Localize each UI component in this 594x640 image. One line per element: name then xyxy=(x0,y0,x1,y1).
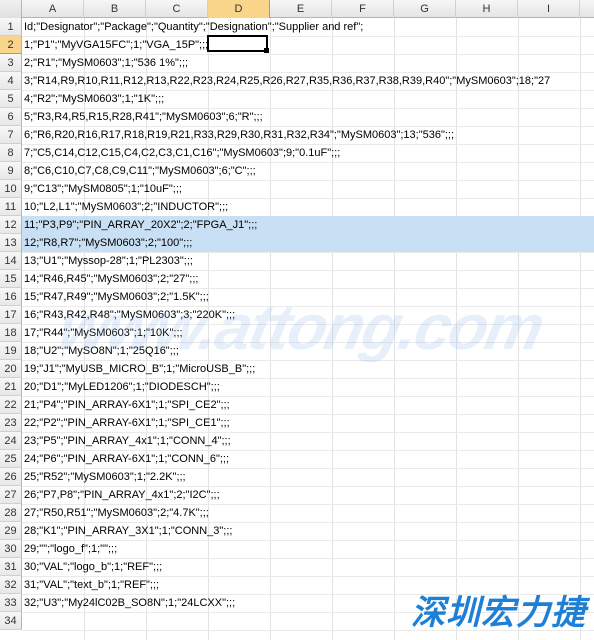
active-cell-cursor xyxy=(207,35,268,52)
data-row-4[interactable]: 3;"R14,R9,R10,R11,R12,R13,R22,R23,R24,R2… xyxy=(22,72,550,90)
data-row-13[interactable]: 12;"R8,R7";"MySM0603";2;"100";;; xyxy=(22,234,594,252)
row-header-19[interactable]: 19 xyxy=(0,342,22,360)
row-header-6[interactable]: 6 xyxy=(0,108,22,126)
data-row-19[interactable]: 18;"U2";"MySO8N";1;"25Q16";;; xyxy=(22,342,179,360)
row-header-25[interactable]: 25 xyxy=(0,450,22,468)
data-row-34[interactable] xyxy=(22,612,24,630)
column-header-I[interactable]: I xyxy=(518,0,580,18)
data-row-1[interactable]: Id;"Designator";"Package";"Quantity";"De… xyxy=(22,18,363,36)
fill-handle[interactable] xyxy=(264,48,269,53)
column-header-E[interactable]: E xyxy=(270,0,332,18)
data-row-28[interactable]: 27;"R50,R51";"MySM0603";2;"4.7K";;; xyxy=(22,504,209,522)
data-row-10[interactable]: 9;"C13";"MySM0805";1;"10uF";;; xyxy=(22,180,182,198)
row-header-33[interactable]: 33 xyxy=(0,594,22,612)
row-header-2[interactable]: 2 xyxy=(0,36,22,54)
data-row-14[interactable]: 13;"U1";"Myssop-28";1;"PL2303";;; xyxy=(22,252,193,270)
row-header-29[interactable]: 29 xyxy=(0,522,22,540)
data-row-15[interactable]: 14;"R46,R45";"MySM0603";2;"27";;; xyxy=(22,270,198,288)
row-header-1[interactable]: 1 xyxy=(0,18,22,36)
spreadsheet: ABCDEFGHI 123456789101112131415161718192… xyxy=(0,0,594,640)
data-row-30[interactable]: 29;"";"logo_f";1;"";;; xyxy=(22,540,117,558)
cell-area[interactable]: Id;"Designator";"Package";"Quantity";"De… xyxy=(22,18,594,640)
data-row-24[interactable]: 23;"P5";"PIN_ARRAY_4x1";1;"CONN_4";;; xyxy=(22,432,231,450)
data-row-17[interactable]: 16;"R43,R42,R48";"MySM0603";3;"220K";;; xyxy=(22,306,235,324)
row-header-23[interactable]: 23 xyxy=(0,414,22,432)
data-row-18[interactable]: 17;"R44";"MySM0603";1;"10K";;; xyxy=(22,324,183,342)
column-header-F[interactable]: F xyxy=(332,0,394,18)
data-row-16[interactable]: 15;"R47,R49";"MySM0603";2;"1.5K";;; xyxy=(22,288,209,306)
column-header-H[interactable]: H xyxy=(456,0,518,18)
data-row-29[interactable]: 28;"K1";"PIN_ARRAY_3X1";1;"CONN_3";;; xyxy=(22,522,232,540)
column-header-B[interactable]: B xyxy=(84,0,146,18)
data-row-20[interactable]: 19;"J1";"MyUSB_MICRO_B";1;"MicroUSB_B";;… xyxy=(22,360,255,378)
row-header-4[interactable]: 4 xyxy=(0,72,22,90)
row-header-14[interactable]: 14 xyxy=(0,252,22,270)
data-row-5[interactable]: 4;"R2";"MySM0603";1;"1K";;; xyxy=(22,90,164,108)
data-row-6[interactable]: 5;"R3,R4,R5,R15,R28,R41";"MySM0603";6;"R… xyxy=(22,108,263,126)
data-row-8[interactable]: 7;"C5,C14,C12,C15,C4,C2,C3,C1,C16";"MySM… xyxy=(22,144,340,162)
data-row-25[interactable]: 24;"P6";"PIN_ARRAY-6X1";1;"CONN_6";;; xyxy=(22,450,229,468)
data-row-33[interactable]: 32;"U3";"My24lC02B_SO8N";1;"24LCXX";;; xyxy=(22,594,235,612)
data-row-2[interactable]: 1;"P1";"MyVGA15FC";1;"VGA_15P";;; xyxy=(22,36,208,54)
data-row-26[interactable]: 25;"R52";"MySM0603";1;"2.2K";;; xyxy=(22,468,186,486)
row-header-24[interactable]: 24 xyxy=(0,432,22,450)
column-header-row: ABCDEFGHI xyxy=(0,0,594,18)
grid-body: 1234567891011121314151617181920212223242… xyxy=(0,18,594,640)
data-row-11[interactable]: 10;"L2,L1";"MySM0603";2;"INDUCTOR";;; xyxy=(22,198,228,216)
select-all-corner[interactable] xyxy=(0,0,22,18)
row-header-30[interactable]: 30 xyxy=(0,540,22,558)
row-header-34[interactable]: 34 xyxy=(0,612,22,630)
row-header-15[interactable]: 15 xyxy=(0,270,22,288)
column-header-G[interactable]: G xyxy=(394,0,456,18)
row-header-7[interactable]: 7 xyxy=(0,126,22,144)
column-header-D[interactable]: D xyxy=(208,0,270,18)
data-row-12[interactable]: 11;"P3,P9";"PIN_ARRAY_20X2";2;"FPGA_J1";… xyxy=(22,216,594,234)
data-row-32[interactable]: 31;"VAL";"text_b";1;"REF";;; xyxy=(22,576,159,594)
row-header-20[interactable]: 20 xyxy=(0,360,22,378)
data-row-21[interactable]: 20;"D1";"MyLED1206";1;"DIODESCH";;; xyxy=(22,378,220,396)
data-row-7[interactable]: 6;"R6,R20,R16,R17,R18,R19,R21,R33,R29,R3… xyxy=(22,126,454,144)
row-header-28[interactable]: 28 xyxy=(0,504,22,522)
row-header-3[interactable]: 3 xyxy=(0,54,22,72)
data-row-22[interactable]: 21;"P4";"PIN_ARRAY-6X1";1;"SPI_CE2";;; xyxy=(22,396,230,414)
data-row-3[interactable]: 2;"R1";"MySM0603";1;"536 1%";;; xyxy=(22,54,188,72)
data-row-27[interactable]: 26;"P7,P8";"PIN_ARRAY_4x1";2;"I2C";;; xyxy=(22,486,220,504)
column-header-C[interactable]: C xyxy=(146,0,208,18)
data-row-31[interactable]: 30;"VAL";"logo_b";1;"REF";;; xyxy=(22,558,162,576)
row-header-17[interactable]: 17 xyxy=(0,306,22,324)
row-header-strip: 1234567891011121314151617181920212223242… xyxy=(0,18,22,630)
row-header-31[interactable]: 31 xyxy=(0,558,22,576)
data-row-23[interactable]: 22;"P2";"PIN_ARRAY-6X1";1;"SPI_CE1";;; xyxy=(22,414,230,432)
column-header-A[interactable]: A xyxy=(22,0,84,18)
row-header-21[interactable]: 21 xyxy=(0,378,22,396)
data-row-35[interactable] xyxy=(22,630,24,640)
row-header-26[interactable]: 26 xyxy=(0,468,22,486)
row-header-18[interactable]: 18 xyxy=(0,324,22,342)
row-header-11[interactable]: 11 xyxy=(0,198,22,216)
data-row-9[interactable]: 8;"C6,C10,C7,C8,C9,C11";"MySM0603";6;"C"… xyxy=(22,162,256,180)
row-header-12[interactable]: 12 xyxy=(0,216,22,234)
row-header-27[interactable]: 27 xyxy=(0,486,22,504)
row-header-13[interactable]: 13 xyxy=(0,234,22,252)
row-header-22[interactable]: 22 xyxy=(0,396,22,414)
row-header-32[interactable]: 32 xyxy=(0,576,22,594)
row-header-9[interactable]: 9 xyxy=(0,162,22,180)
row-header-16[interactable]: 16 xyxy=(0,288,22,306)
row-header-5[interactable]: 5 xyxy=(0,90,22,108)
row-header-10[interactable]: 10 xyxy=(0,180,22,198)
row-header-8[interactable]: 8 xyxy=(0,144,22,162)
